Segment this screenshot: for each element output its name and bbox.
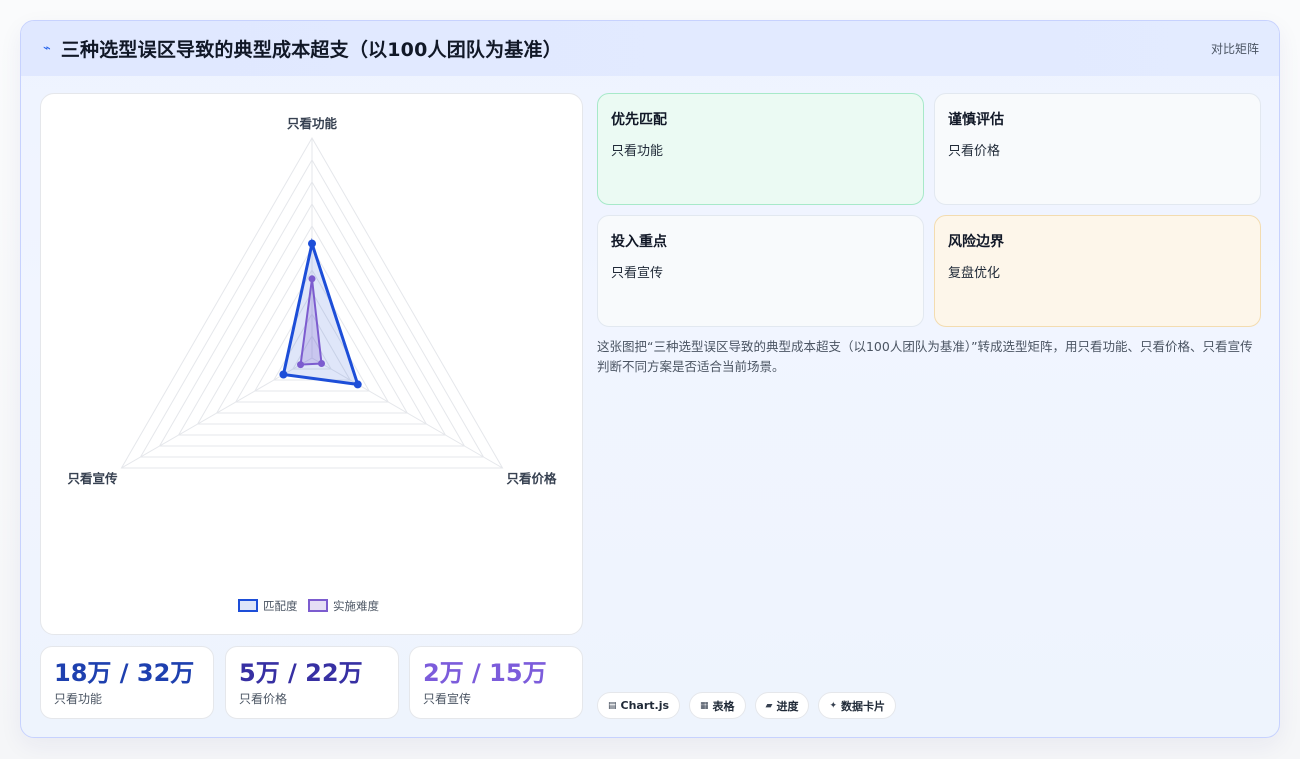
card-header: ⌁ 三种选型误区导致的典型成本超支（以100人团队为基准） 对比矩阵: [21, 21, 1279, 76]
matrix-cell-title: 优先匹配: [611, 112, 667, 128]
stat-card-2: 5万 / 22万 只看价格: [225, 646, 399, 719]
stat-value: 2万 / 15万: [423, 659, 547, 687]
radar-axis-label: 只看功能: [287, 116, 338, 131]
chip-progress[interactable]: ▰ 进度: [754, 692, 810, 719]
chip-label: 表格: [712, 699, 735, 713]
matrix-cell-invest: 投入重点 只看宣传: [597, 215, 924, 327]
stat-card-3: 2万 / 15万 只看宣传: [409, 646, 583, 719]
radar-axis-label: 只看价格: [507, 471, 558, 486]
chart-card: ⌁ 三种选型误区导致的典型成本超支（以100人团队为基准） 对比矩阵 只看功能只…: [20, 20, 1280, 738]
chart-icon: ▤: [608, 700, 617, 711]
matrix-cell-sub: 只看宣传: [611, 266, 664, 281]
table-icon: ▦: [700, 700, 709, 711]
legend-swatch: [308, 599, 328, 612]
radar-data-point: [308, 275, 316, 283]
chart-description: 这张图把“三种选型误区导致的典型成本超支（以100人团队为基准）”转成选型矩阵，…: [597, 339, 1253, 374]
radar-data-point: [297, 361, 305, 369]
stat-value: 5万 / 22万: [239, 659, 363, 687]
matrix-cell-title: 风险边界: [948, 234, 1004, 250]
stat-label: 只看功能: [54, 692, 103, 706]
matrix-cell-title: 谨慎评估: [948, 112, 1004, 128]
chip-chartjs[interactable]: ▤ Chart.js: [597, 692, 681, 719]
matrix-cell-caution: 谨慎评估 只看价格: [934, 93, 1261, 205]
radar-data-point: [318, 360, 326, 367]
legend-swatch: [238, 599, 258, 612]
matrix-cell-risk: 风险边界 复盘优化: [934, 215, 1261, 327]
progress-icon: ▰: [765, 700, 773, 711]
stat-card-1: 18万 / 32万 只看功能: [40, 646, 214, 719]
matrix-cell-priority: 优先匹配 只看功能: [597, 93, 924, 205]
chip-label: 进度: [776, 699, 799, 713]
tech-chips: ▤ Chart.js ▦ 表格 ▰ 进度 ✦ 数据卡片: [597, 692, 897, 719]
chip-data-card[interactable]: ✦ 数据卡片: [818, 692, 897, 719]
legend-label: 实施难度: [333, 599, 379, 613]
radar-chart: 只看功能只看价格 只看宣传匹配度 实施难度: [67, 116, 558, 613]
radar-data-point: [308, 239, 316, 248]
matrix-cell-sub: 只看价格: [948, 144, 1001, 159]
card-title: 三种选型误区导致的典型成本超支（以100人团队为基准）: [60, 39, 562, 61]
stat-label: 只看宣传: [423, 692, 472, 706]
card-icon: ✦: [829, 700, 838, 711]
radar-axis-label: 只看宣传: [67, 471, 118, 486]
matrix-cell-sub: 只看功能: [611, 144, 664, 159]
chip-label: 数据卡片: [841, 699, 886, 713]
matrix-cell-title: 投入重点: [611, 234, 667, 250]
radar-data-point: [279, 370, 288, 379]
matrix-tag: 对比矩阵: [1210, 42, 1259, 56]
zap-icon: ⌁: [43, 41, 51, 56]
page: ⌁ 三种选型误区导致的典型成本超支（以100人团队为基准） 对比矩阵 只看功能只…: [0, 0, 1300, 759]
chip-table[interactable]: ▦ 表格: [689, 692, 746, 719]
matrix-cell-sub: 复盘优化: [948, 266, 1001, 281]
chip-label: Chart.js: [620, 699, 670, 712]
stat-label: 只看价格: [239, 692, 288, 706]
radar-chart-panel: 只看功能只看价格 只看宣传匹配度 实施难度: [40, 93, 583, 635]
radar-data-point: [353, 380, 362, 389]
stat-value: 18万 / 32万: [54, 659, 195, 687]
legend-label: 匹配度: [263, 599, 298, 613]
